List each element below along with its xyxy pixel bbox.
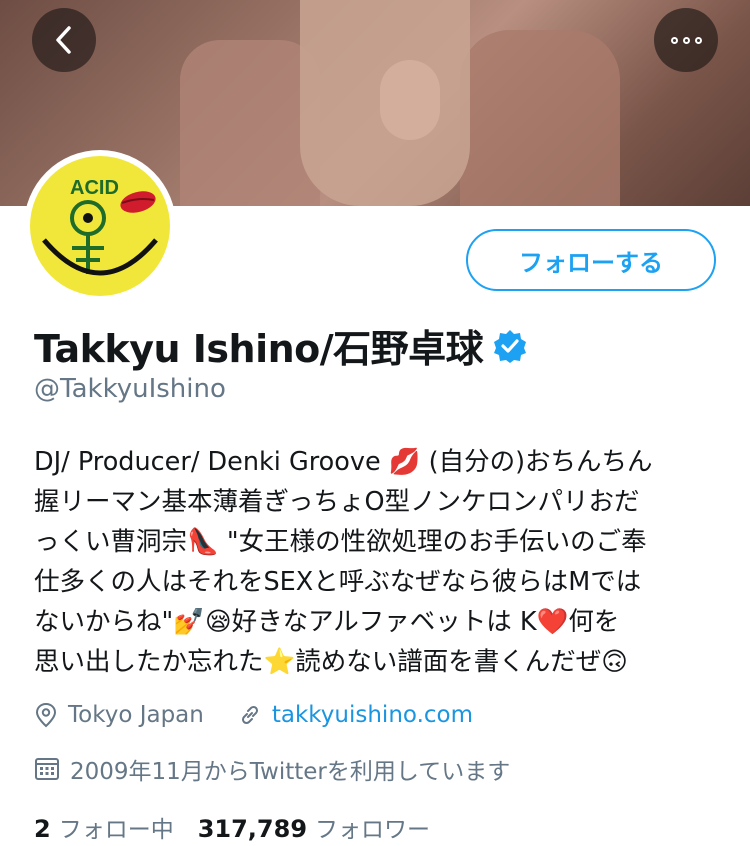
following-label: フォロー中	[58, 817, 174, 843]
bio-line: 仕多くの人はそれをSEXと呼ぶなぜなら彼らはMでは	[34, 567, 642, 597]
bio-line: DJ/ Producer/ Denki Groove 💋 (自分の)おちんちん	[34, 447, 653, 477]
avatar-image: ACID	[30, 156, 170, 296]
joined-text: 2009年11月からTwitterを利用しています	[70, 759, 511, 785]
followers-stat[interactable]: 317,789 フォロワー	[198, 810, 430, 844]
following-count: 2	[34, 815, 51, 843]
more-button[interactable]	[654, 8, 718, 72]
joined-row: 2009年11月からTwitterを利用しています	[34, 752, 510, 786]
location-pin-icon	[35, 702, 57, 728]
following-stat[interactable]: 2 フォロー中	[34, 810, 174, 844]
follow-button[interactable]: フォローする	[466, 229, 716, 291]
handle: @TakkyuIshino	[34, 374, 226, 404]
avatar-logo-text: ACID	[70, 177, 119, 199]
bio-line: 思い出したか忘れた⭐読めない譜面を書くんだぜ🙃	[34, 647, 628, 677]
bio: DJ/ Producer/ Denki Groove 💋 (自分の)おちんちん …	[34, 442, 724, 682]
bio-line: 握リーマン基本薄着ぎっちょO型ノンケロンパリおだ	[34, 487, 640, 517]
calendar-icon	[35, 758, 59, 780]
followers-count: 317,789	[197, 815, 308, 843]
location-website-row: Tokyo Japan takkyuishino.com	[34, 702, 473, 728]
stats-row: 2 フォロー中 317,789 フォロワー	[34, 810, 430, 844]
website-link[interactable]: takkyuishino.com	[272, 702, 473, 728]
bio-line: ないからね"💅😪好きなアルファベットは K❤️何を	[34, 607, 620, 637]
followers-label: フォロワー	[315, 817, 431, 843]
back-button[interactable]	[32, 8, 96, 72]
avatar[interactable]: ACID	[24, 150, 176, 302]
bio-line: っくい曹洞宗👠 "女王様の性欲処理のお手伝いのご奉	[34, 527, 647, 557]
name-row: Takkyu Ishino/石野卓球	[34, 318, 527, 373]
verified-badge-icon	[494, 329, 527, 363]
more-dots-icon	[670, 36, 702, 44]
location-text: Tokyo Japan	[68, 702, 204, 728]
chevron-left-icon	[56, 26, 71, 54]
link-icon	[241, 705, 258, 725]
display-name: Takkyu Ishino/石野卓球	[34, 327, 484, 371]
